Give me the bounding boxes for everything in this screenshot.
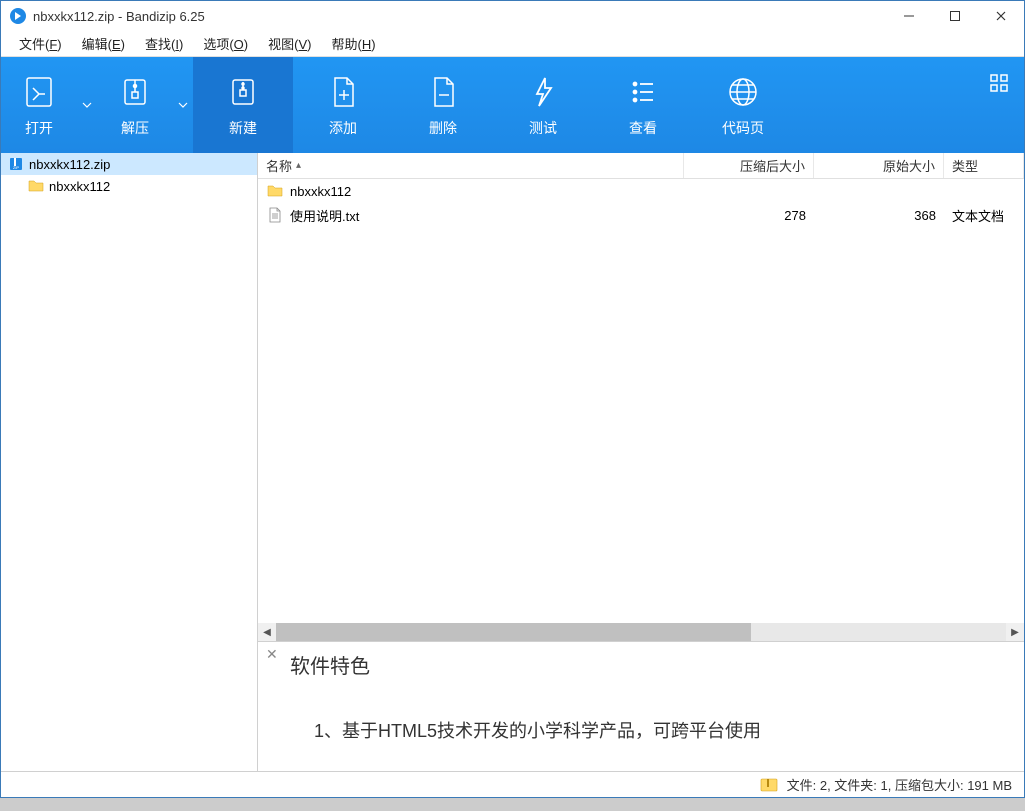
file-original-size: 368: [814, 208, 944, 223]
codepage-button[interactable]: 代码页: [693, 57, 793, 153]
test-button[interactable]: 测试: [493, 57, 593, 153]
statusbar: 文件: 2, 文件夹: 1, 压缩包大小: 191 MB: [1, 771, 1024, 797]
open-label: 打开: [25, 118, 53, 138]
menubar: 文件(F) 编辑(E) 查找(I) 选项(O) 视图(V) 帮助(H): [1, 31, 1024, 57]
app-icon: [9, 7, 27, 25]
sort-asc-icon: ▴: [296, 160, 301, 171]
new-label: 新建: [229, 118, 257, 138]
column-compressed-header[interactable]: 压缩后大小: [684, 153, 814, 178]
scroll-track[interactable]: [276, 623, 1006, 641]
globe-icon: [723, 72, 763, 112]
folder-icon: [27, 178, 45, 194]
tree-child-item[interactable]: nbxxkx112: [1, 175, 257, 197]
scroll-thumb[interactable]: [276, 623, 751, 641]
column-type-header[interactable]: 类型: [944, 153, 1024, 178]
delete-button[interactable]: 删除: [393, 57, 493, 153]
close-panel-button[interactable]: ✕: [266, 646, 278, 663]
menu-help[interactable]: 帮助(H): [321, 32, 385, 55]
column-original-label: 原始大小: [883, 156, 935, 175]
app-window: nbxxkx112.zip - Bandizip 6.25 文件(F) 编辑(E…: [0, 0, 1025, 798]
menu-edit[interactable]: 编辑(E): [72, 32, 135, 55]
add-icon: [323, 72, 363, 112]
delete-icon: [423, 72, 463, 112]
zip-file-icon: ZIP: [7, 156, 25, 172]
test-label: 测试: [529, 118, 557, 138]
description-panel: ✕ 软件特色 1、基于HTML5技术开发的小学科学产品，可跨平台使用: [258, 641, 1024, 771]
delete-label: 删除: [429, 118, 457, 138]
toolbar-ribbon: 打开 解压 新建 添加: [1, 57, 1024, 153]
extract-dropdown[interactable]: [173, 57, 193, 153]
sidebar-tree: ZIP nbxxkx112.zip nbxxkx112: [1, 153, 258, 771]
view-list-icon: [623, 72, 663, 112]
tree-root-item[interactable]: ZIP nbxxkx112.zip: [1, 153, 257, 175]
menu-file[interactable]: 文件(F): [9, 32, 72, 55]
maximize-button[interactable]: [932, 1, 978, 31]
view-button[interactable]: 查看: [593, 57, 693, 153]
column-name-label: 名称: [266, 156, 292, 175]
menu-view[interactable]: 视图(V): [258, 32, 321, 55]
file-type: 文本文档: [944, 206, 1024, 225]
test-icon: [523, 72, 563, 112]
archive-icon: [759, 778, 779, 792]
open-dropdown[interactable]: [77, 57, 97, 153]
extract-label: 解压: [121, 118, 149, 138]
menu-options[interactable]: 选项(O): [193, 32, 258, 55]
list-row[interactable]: nbxxkx112: [258, 179, 1024, 203]
description-title: 软件特色: [290, 650, 1008, 679]
open-button[interactable]: 打开: [1, 57, 77, 153]
minimize-button[interactable]: [886, 1, 932, 31]
text-file-icon: [266, 207, 284, 223]
status-text: 文件: 2, 文件夹: 1, 压缩包大小: 191 MB: [787, 775, 1012, 794]
column-type-label: 类型: [952, 156, 978, 175]
file-list: 名称 ▴ 压缩后大小 原始大小 类型: [258, 153, 1024, 641]
view-label: 查看: [629, 118, 657, 138]
list-header: 名称 ▴ 压缩后大小 原始大小 类型: [258, 153, 1024, 179]
extract-icon: [115, 72, 155, 112]
menu-find[interactable]: 查找(I): [135, 32, 193, 55]
horizontal-scrollbar[interactable]: ◀ ▶: [258, 623, 1024, 641]
list-row[interactable]: 使用说明.txt 278 368 文本文档: [258, 203, 1024, 227]
column-original-header[interactable]: 原始大小: [814, 153, 944, 178]
folder-icon: [266, 183, 284, 199]
column-compressed-label: 压缩后大小: [740, 156, 805, 175]
add-button[interactable]: 添加: [293, 57, 393, 153]
list-body: nbxxkx112 使用说明.txt 278: [258, 179, 1024, 623]
tree-child-label: nbxxkx112: [49, 179, 110, 194]
window-controls: [886, 1, 1024, 31]
add-label: 添加: [329, 118, 357, 138]
scroll-left-button[interactable]: ◀: [258, 623, 276, 641]
titlebar: nbxxkx112.zip - Bandizip 6.25: [1, 1, 1024, 31]
description-text: 1、基于HTML5技术开发的小学科学产品，可跨平台使用: [314, 717, 1008, 743]
tree-root-label: nbxxkx112.zip: [29, 157, 110, 172]
codepage-label: 代码页: [722, 118, 764, 138]
ribbon-more-button[interactable]: [974, 57, 1024, 153]
extract-button[interactable]: 解压: [97, 57, 173, 153]
content-panel: 名称 ▴ 压缩后大小 原始大小 类型: [258, 153, 1024, 771]
close-button[interactable]: [978, 1, 1024, 31]
scroll-right-button[interactable]: ▶: [1006, 623, 1024, 641]
file-name: 使用说明.txt: [290, 206, 359, 225]
main-area: ZIP nbxxkx112.zip nbxxkx112 名称 ▴: [1, 153, 1024, 771]
column-name-header[interactable]: 名称 ▴: [258, 153, 684, 178]
file-name: nbxxkx112: [290, 184, 351, 199]
new-archive-icon: [223, 72, 263, 112]
file-compressed-size: 278: [684, 208, 814, 223]
open-icon: [19, 72, 59, 112]
window-title: nbxxkx112.zip - Bandizip 6.25: [33, 9, 886, 24]
new-button[interactable]: 新建: [193, 57, 293, 153]
svg-text:ZIP: ZIP: [13, 165, 20, 170]
